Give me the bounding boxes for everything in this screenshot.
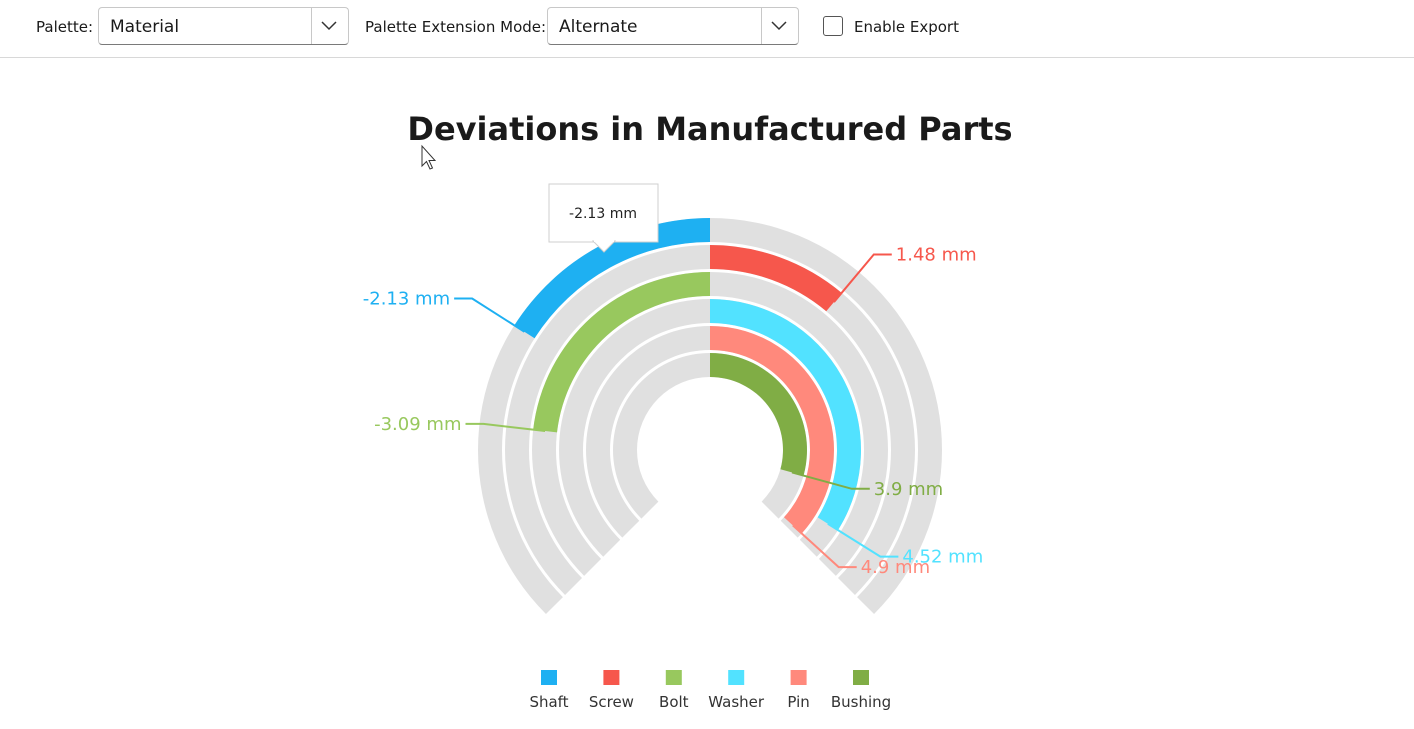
data-label-screw: 1.48 mm [896, 245, 977, 266]
chart-legend: Shaft Screw Bolt Washer Pin Bushing [529, 670, 891, 711]
data-label-shaft: -2.13 mm [363, 289, 450, 310]
legend-label-screw[interactable]: Screw [589, 693, 634, 711]
data-label-bolt: -3.09 mm [374, 414, 461, 435]
chart-title: Deviations in Manufactured Parts [407, 110, 1012, 148]
legend-swatch-bushing[interactable] [853, 670, 869, 685]
legend-label-washer[interactable]: Washer [708, 693, 765, 711]
legend-swatch-washer[interactable] [728, 670, 745, 685]
legend-label-bushing[interactable]: Bushing [831, 693, 891, 711]
legend-label-pin[interactable]: Pin [787, 693, 809, 711]
legend-label-bolt[interactable]: Bolt [659, 693, 689, 711]
tooltip-text: -2.13 mm [569, 206, 637, 222]
legend-swatch-bolt[interactable] [665, 670, 682, 685]
legend-label-shaft[interactable]: Shaft [529, 693, 568, 711]
legend-swatch-pin[interactable] [790, 670, 807, 685]
data-label-bushing: 3.9 mm [874, 479, 943, 500]
legend-swatch-shaft[interactable] [541, 670, 557, 685]
track-bushing [613, 353, 807, 519]
leader-line-bolt [465, 422, 546, 433]
chart-tooltip: -2.13 mm [548, 183, 659, 253]
legend-swatch-screw[interactable] [603, 670, 620, 685]
data-label-pin: 4.9 mm [861, 557, 930, 578]
radial-bar-chart: Deviations in Manufactured Parts -2.13 m… [363, 110, 1013, 711]
mouse-cursor-icon [421, 144, 437, 170]
